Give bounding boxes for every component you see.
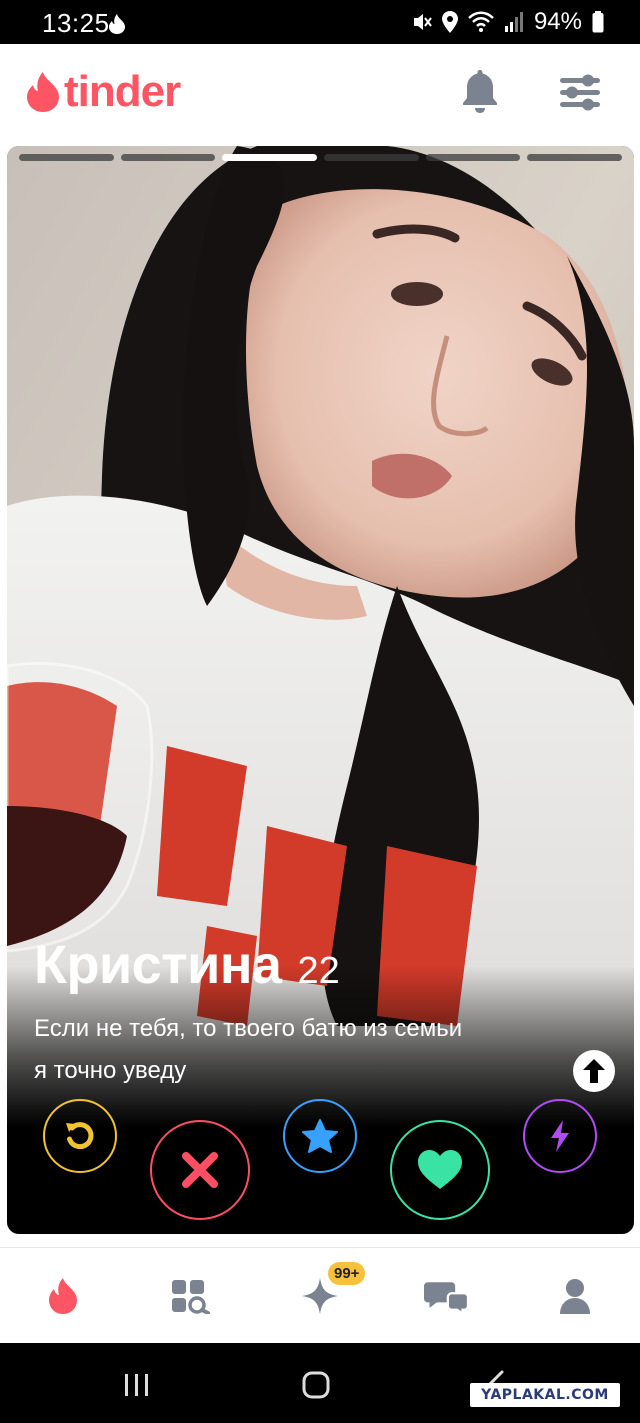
recent-apps-icon[interactable] xyxy=(124,1373,150,1397)
arrow-up-icon xyxy=(583,1059,605,1083)
nav-explore[interactable] xyxy=(168,1274,212,1318)
notifications-bell-icon[interactable] xyxy=(460,68,500,114)
flame-logo-icon xyxy=(27,72,59,112)
wifi-icon xyxy=(468,11,494,32)
photo-progress-segment-active[interactable] xyxy=(222,154,318,161)
profile-bio-line: я точно уведу xyxy=(34,1057,187,1084)
status-icons: 94% xyxy=(412,8,604,36)
status-time: 13:25 xyxy=(42,8,110,38)
bottom-nav: 99+ xyxy=(0,1247,640,1343)
boost-icon xyxy=(551,1120,569,1152)
open-profile-button[interactable] xyxy=(573,1050,615,1092)
chat-icon xyxy=(424,1282,468,1315)
logo-text: tinder xyxy=(64,67,181,116)
mute-icon xyxy=(413,14,432,30)
likes-count-badge: 99+ xyxy=(328,1262,366,1285)
battery-percent: 94% xyxy=(533,8,582,35)
super-like-button[interactable] xyxy=(283,1099,357,1173)
nav-profile[interactable] xyxy=(553,1274,597,1318)
profile-bio-line: Если не тебя, то твоего батю из семьи xyxy=(34,1015,463,1042)
profile-name: Кристина xyxy=(34,935,282,995)
rewind-icon xyxy=(66,1122,94,1150)
battery-icon xyxy=(592,11,604,33)
app-header: tinder xyxy=(0,44,640,144)
like-icon xyxy=(418,1150,462,1189)
system-navigation-bar: YAPLAKAL.COM xyxy=(0,1343,640,1423)
explore-icon xyxy=(172,1280,210,1314)
photo-progress-segment[interactable] xyxy=(527,154,623,161)
photo-progress-segment[interactable] xyxy=(19,154,114,161)
profile-icon xyxy=(560,1279,590,1314)
nav-messages[interactable] xyxy=(424,1274,468,1318)
tinder-notification-icon xyxy=(109,14,125,34)
location-icon xyxy=(441,11,458,33)
filters-icon[interactable] xyxy=(558,72,602,112)
status-bar: 13:25 94% xyxy=(0,0,640,44)
profile-age: 22 xyxy=(297,950,340,992)
boost-button[interactable] xyxy=(523,1099,597,1173)
nope-icon xyxy=(182,1152,218,1188)
photo-progress-bar xyxy=(19,154,623,162)
watermark: YAPLAKAL.COM xyxy=(470,1383,620,1407)
super-like-icon xyxy=(302,1119,338,1153)
rewind-button[interactable] xyxy=(43,1099,117,1173)
profile-bio: Если не тебя, то твоего батю из семьи я … xyxy=(34,1008,554,1092)
signal-icon xyxy=(504,12,523,32)
photo-progress-segment[interactable] xyxy=(324,154,419,161)
nav-swipe[interactable] xyxy=(41,1274,85,1318)
profile-card[interactable]: Кристина 22 Если не тебя, то твоего батю… xyxy=(7,146,634,1234)
flame-icon xyxy=(49,1278,77,1314)
photo-progress-segment[interactable] xyxy=(425,154,521,161)
like-button[interactable] xyxy=(390,1120,490,1220)
tinder-logo[interactable]: tinder xyxy=(26,67,181,116)
nope-button[interactable] xyxy=(150,1120,250,1220)
photo-progress-segment[interactable] xyxy=(120,154,216,161)
home-icon[interactable] xyxy=(302,1371,330,1399)
profile-name-row: Кристина 22 xyxy=(34,934,340,996)
